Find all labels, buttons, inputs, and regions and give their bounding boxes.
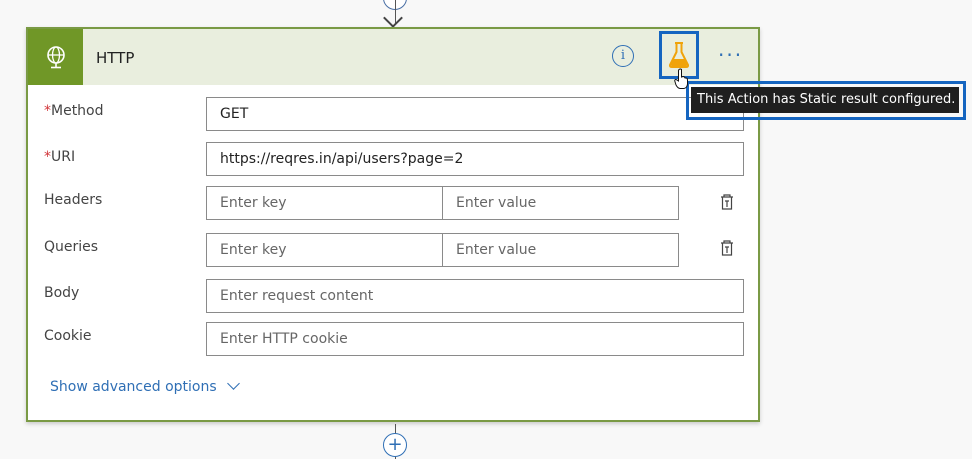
cookie-placeholder: Enter HTTP cookie [220, 331, 348, 347]
headers-key-placeholder: Enter key [220, 195, 287, 211]
queries-label: Queries [44, 239, 99, 255]
cookie-label: Cookie [44, 328, 92, 344]
method-label: *Method [44, 103, 104, 119]
show-advanced-options-link[interactable]: Show advanced options [50, 377, 240, 395]
body-placeholder: Enter request content [220, 288, 374, 304]
method-label-text: Method [51, 103, 104, 119]
uri-value: https://reqres.in/api/users?page=2 [220, 151, 464, 167]
method-value: GET [220, 106, 249, 122]
required-mark: * [44, 149, 51, 165]
body-label: Body [44, 285, 80, 301]
headers-value-placeholder: Enter value [456, 195, 537, 211]
queries-key-placeholder: Enter key [220, 242, 287, 258]
http-action-card: HTTP i ··· *Method GET *URI https://reqr… [26, 27, 760, 422]
cookie-input[interactable]: Enter HTTP cookie [206, 322, 744, 356]
more-options-icon[interactable]: ··· [718, 43, 743, 67]
chevron-down-icon [226, 377, 240, 390]
globe-icon [46, 46, 65, 69]
card-header[interactable]: HTTP i ··· [28, 29, 758, 85]
queries-key-input[interactable]: Enter key [206, 233, 443, 267]
uri-label-text: URI [51, 149, 76, 165]
card-title: HTTP [96, 49, 135, 67]
required-mark: * [44, 103, 51, 119]
hand-cursor-icon [674, 68, 688, 89]
add-step-icon[interactable]: + [383, 433, 407, 457]
uri-label: *URI [44, 149, 75, 165]
headers-value-input[interactable]: Enter value [442, 186, 679, 220]
headers-label: Headers [44, 192, 103, 208]
http-icon-box [28, 29, 83, 85]
flask-icon [668, 42, 690, 68]
advanced-link-label: Show advanced options [50, 379, 217, 395]
headers-key-input[interactable]: Enter key [206, 186, 443, 220]
body-input[interactable]: Enter request content [206, 279, 744, 313]
static-result-tooltip: This Action has Static result configured… [691, 87, 959, 113]
queries-value-placeholder: Enter value [456, 242, 537, 258]
method-select[interactable]: GET [206, 97, 744, 131]
queries-value-input[interactable]: Enter value [442, 233, 679, 267]
info-icon[interactable]: i [612, 45, 634, 67]
delete-row-icon[interactable] [720, 240, 734, 256]
connector-arrow-icon [383, 8, 403, 28]
delete-row-icon[interactable] [720, 194, 734, 210]
uri-input[interactable]: https://reqres.in/api/users?page=2 [206, 142, 744, 176]
